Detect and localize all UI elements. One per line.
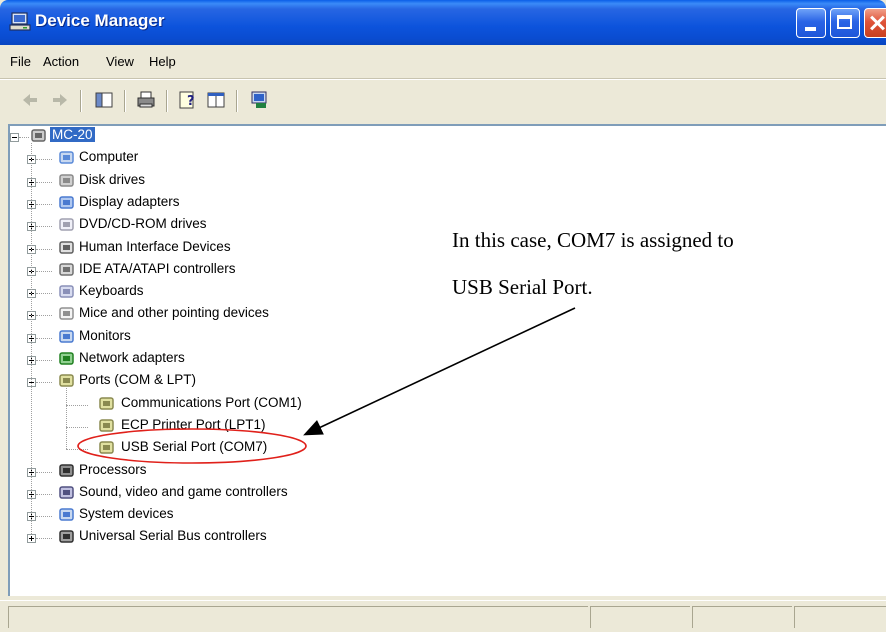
tree-item-label: Ports (COM & LPT): [79, 372, 197, 387]
tree-connector: [31, 143, 33, 534]
port-icon: [99, 397, 114, 410]
toolbar: ?: [0, 82, 886, 118]
status-cell-2: [590, 606, 690, 628]
toolbar-separator: [80, 90, 82, 112]
window-title: Device Manager: [35, 11, 165, 30]
tree-child-label: ECP Printer Port (LPT1): [121, 417, 266, 432]
close-button[interactable]: [864, 8, 886, 38]
monitor-icon: [59, 330, 74, 343]
tree-item-label: Network adapters: [79, 350, 185, 365]
status-cell-4: [794, 606, 886, 628]
sound-icon: [59, 486, 74, 499]
tree-item-label: Sound, video and game controllers: [79, 484, 288, 499]
menu-action[interactable]: Action: [43, 54, 79, 69]
tree-item-label: Processors: [79, 462, 147, 477]
tree-item-label: Monitors: [79, 328, 131, 343]
cd-drive-icon: [59, 218, 74, 231]
computer-icon: [59, 151, 74, 164]
tree-connector: [36, 360, 52, 362]
network-adapter-icon: [59, 352, 74, 365]
tree-connector: [19, 137, 29, 139]
annotation-line-1: In this case, COM7 is assigned to: [452, 228, 734, 252]
tree-connector: [66, 427, 88, 429]
status-cell-3: [692, 606, 792, 628]
tree-root-label: MC-20: [50, 127, 95, 142]
port-icon: [99, 419, 114, 432]
annotation-line-2: USB Serial Port.: [452, 275, 593, 299]
tree-item-label: Mice and other pointing devices: [79, 305, 269, 320]
tree-connector: [36, 293, 52, 295]
scan-hardware-icon[interactable]: [250, 90, 270, 110]
keyboard-icon: [59, 285, 74, 298]
forward-arrow-icon[interactable]: [50, 90, 70, 110]
tree-connector: [36, 494, 52, 496]
system-device-icon: [59, 508, 74, 521]
properties-icon[interactable]: [206, 90, 226, 110]
display-adapter-icon: [59, 196, 74, 209]
menu-bar: File Action View Help: [0, 49, 886, 75]
menu-help[interactable]: Help: [149, 54, 176, 69]
show-hide-console-tree-icon[interactable]: [94, 90, 114, 110]
tree-expander[interactable]: [27, 534, 36, 543]
tree-item-label: Display adapters: [79, 194, 180, 209]
processor-icon: [59, 464, 74, 477]
tree-item-label: IDE ATA/ATAPI controllers: [79, 261, 236, 276]
tree-item-label: System devices: [79, 506, 174, 521]
svg-text:?: ?: [187, 94, 195, 109]
menu-file[interactable]: File: [10, 54, 31, 69]
title-bar[interactable]: Device Manager: [0, 0, 886, 45]
tree-connector: [36, 182, 52, 184]
tree-child-label: USB Serial Port (COM7): [121, 439, 268, 454]
computer-monitor-icon: [9, 12, 31, 31]
tree-connector: [36, 472, 52, 474]
tree-connector: [36, 538, 52, 540]
print-icon[interactable]: [136, 90, 156, 110]
tree-connector: [66, 449, 88, 451]
tree-connector: [36, 226, 52, 228]
hid-icon: [59, 241, 74, 254]
tree-item-label: Keyboards: [79, 283, 144, 298]
tree-item-label: Computer: [79, 149, 139, 164]
tree-connector: [36, 204, 52, 206]
maximize-button[interactable]: [830, 8, 860, 38]
toolbar-separator: [124, 90, 126, 112]
mouse-icon: [59, 307, 74, 320]
toolbar-separator: [236, 90, 238, 112]
status-cell-main: [8, 606, 588, 628]
tree-connector: [36, 159, 52, 161]
tree-item-label: DVD/CD-ROM drives: [79, 216, 207, 231]
disk-drive-icon: [59, 174, 74, 187]
tree-connector: [66, 388, 68, 449]
menu-divider-highlight: [0, 79, 886, 80]
usb-icon: [59, 530, 74, 543]
tree-connector: [36, 338, 52, 340]
tree-item-label: Universal Serial Bus controllers: [79, 528, 267, 543]
device-manager-window: Device Manager File Action View Help ? M…: [0, 0, 886, 632]
toolbar-separator: [166, 90, 168, 112]
tree-item-label: Disk drives: [79, 172, 146, 187]
tree-connector: [66, 405, 88, 407]
back-arrow-icon[interactable]: [20, 90, 40, 110]
ide-controller-icon: [59, 263, 74, 276]
tree-connector: [36, 249, 52, 251]
tree-connector: [36, 271, 52, 273]
port-icon: [99, 441, 114, 454]
menu-view[interactable]: View: [106, 54, 134, 69]
tree-item-label: Human Interface Devices: [79, 239, 231, 254]
help-icon[interactable]: ?: [178, 90, 198, 110]
status-bar: [0, 600, 886, 632]
tree-expander-root[interactable]: [10, 133, 19, 142]
tree-connector: [36, 315, 52, 317]
tree-child-label: Communications Port (COM1): [121, 395, 302, 410]
tree-connector: [36, 382, 52, 384]
minimize-button[interactable]: [796, 8, 826, 38]
tree-connector: [36, 516, 52, 518]
